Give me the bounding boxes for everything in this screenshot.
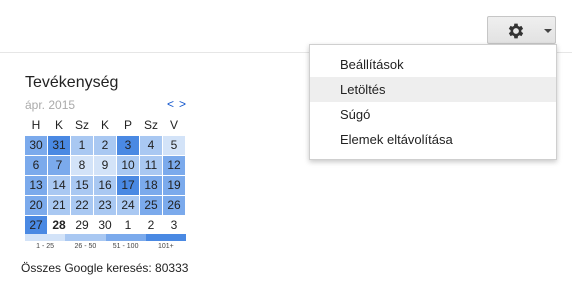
- weekday-header: Sz: [74, 118, 89, 132]
- calendar-day[interactable]: 21: [48, 196, 70, 215]
- weekday-header: K: [100, 118, 109, 132]
- activity-title: Tevékenység: [25, 74, 119, 91]
- menu-item-remove-items[interactable]: Elemek eltávolítása: [310, 127, 556, 152]
- calendar-day[interactable]: 24: [117, 196, 139, 215]
- calendar-day[interactable]: 15: [71, 176, 93, 195]
- calendar-day[interactable]: 18: [140, 176, 162, 195]
- calendar-day[interactable]: 2: [94, 136, 116, 155]
- calendar-day[interactable]: 23: [94, 196, 116, 215]
- legend-swatch: [25, 234, 66, 241]
- calendar-day[interactable]: 17: [117, 176, 139, 195]
- calendar-day[interactable]: 3: [163, 216, 185, 235]
- calendar-day[interactable]: 1: [71, 136, 93, 155]
- calendar-day[interactable]: 14: [48, 176, 70, 195]
- legend-swatch: [65, 234, 106, 241]
- menu-item-help[interactable]: Súgó: [310, 102, 556, 127]
- calendar-day[interactable]: 20: [25, 196, 47, 215]
- legend-label: 26 - 50: [74, 243, 97, 250]
- calendar-day[interactable]: 30: [94, 216, 116, 235]
- chevron-down-icon: [544, 29, 552, 33]
- calendar-day[interactable]: 25: [140, 196, 162, 215]
- weekday-header: H: [31, 118, 41, 132]
- settings-button[interactable]: [487, 16, 556, 44]
- calendar-month-label: ápr. 2015: [25, 98, 76, 112]
- calendar-day[interactable]: 6: [25, 156, 47, 175]
- calendar-day[interactable]: 11: [140, 156, 162, 175]
- calendar-day[interactable]: 5: [163, 136, 185, 155]
- weekday-header: V: [169, 118, 178, 132]
- calendar-day[interactable]: 9: [94, 156, 116, 175]
- menu-item-settings[interactable]: Beállítások: [310, 52, 556, 77]
- weekday-header: Sz: [143, 118, 158, 132]
- weekday-header: P: [123, 118, 132, 132]
- menu-item-download[interactable]: Letöltés: [310, 77, 556, 102]
- legend-swatch: [145, 234, 186, 241]
- calendar-day[interactable]: 2: [140, 216, 162, 235]
- calendar-day[interactable]: 29: [71, 216, 93, 235]
- calendar-day[interactable]: 28: [48, 216, 70, 235]
- settings-menu: Beállítások Letöltés Súgó Elemek eltávol…: [309, 44, 557, 160]
- activity-legend-labels: 1 - 25 26 - 50 51 - 100 101+: [25, 243, 186, 250]
- calendar-day[interactable]: 30: [25, 136, 47, 155]
- activity-legend-scale: [25, 234, 186, 241]
- legend-label: 1 - 25: [36, 243, 55, 250]
- calendar-day[interactable]: 12: [163, 156, 185, 175]
- weekday-header: K: [54, 118, 63, 132]
- activity-calendar: H K Sz K P Sz V 30 31 1 2 3 4 5 6 7 8 9 10 11 12 13 14 15 16 17 18…: [25, 116, 185, 235]
- legend-swatch: [105, 234, 146, 241]
- calendar-day[interactable]: 27: [25, 216, 47, 235]
- calendar-day[interactable]: 13: [25, 176, 47, 195]
- calendar-day[interactable]: 8: [71, 156, 93, 175]
- calendar-nav: < >: [167, 97, 186, 111]
- calendar-day[interactable]: 16: [94, 176, 116, 195]
- calendar-day[interactable]: 1: [117, 216, 139, 235]
- calendar-day[interactable]: 4: [140, 136, 162, 155]
- total-searches: Összes Google keresés: 80333: [21, 261, 189, 275]
- calendar-day[interactable]: 19: [163, 176, 185, 195]
- calendar-day[interactable]: 10: [117, 156, 139, 175]
- legend-label: 51 - 100: [112, 243, 139, 250]
- calendar-day[interactable]: 31: [48, 136, 70, 155]
- calendar-day[interactable]: 7: [48, 156, 70, 175]
- legend-label: 101+: [157, 243, 174, 250]
- calendar-day[interactable]: 3: [117, 136, 139, 155]
- previous-month-link[interactable]: <: [167, 97, 174, 111]
- calendar-day[interactable]: 22: [71, 196, 93, 215]
- gear-icon: [508, 23, 524, 39]
- calendar-day[interactable]: 26: [163, 196, 185, 215]
- next-month-link[interactable]: >: [179, 97, 186, 111]
